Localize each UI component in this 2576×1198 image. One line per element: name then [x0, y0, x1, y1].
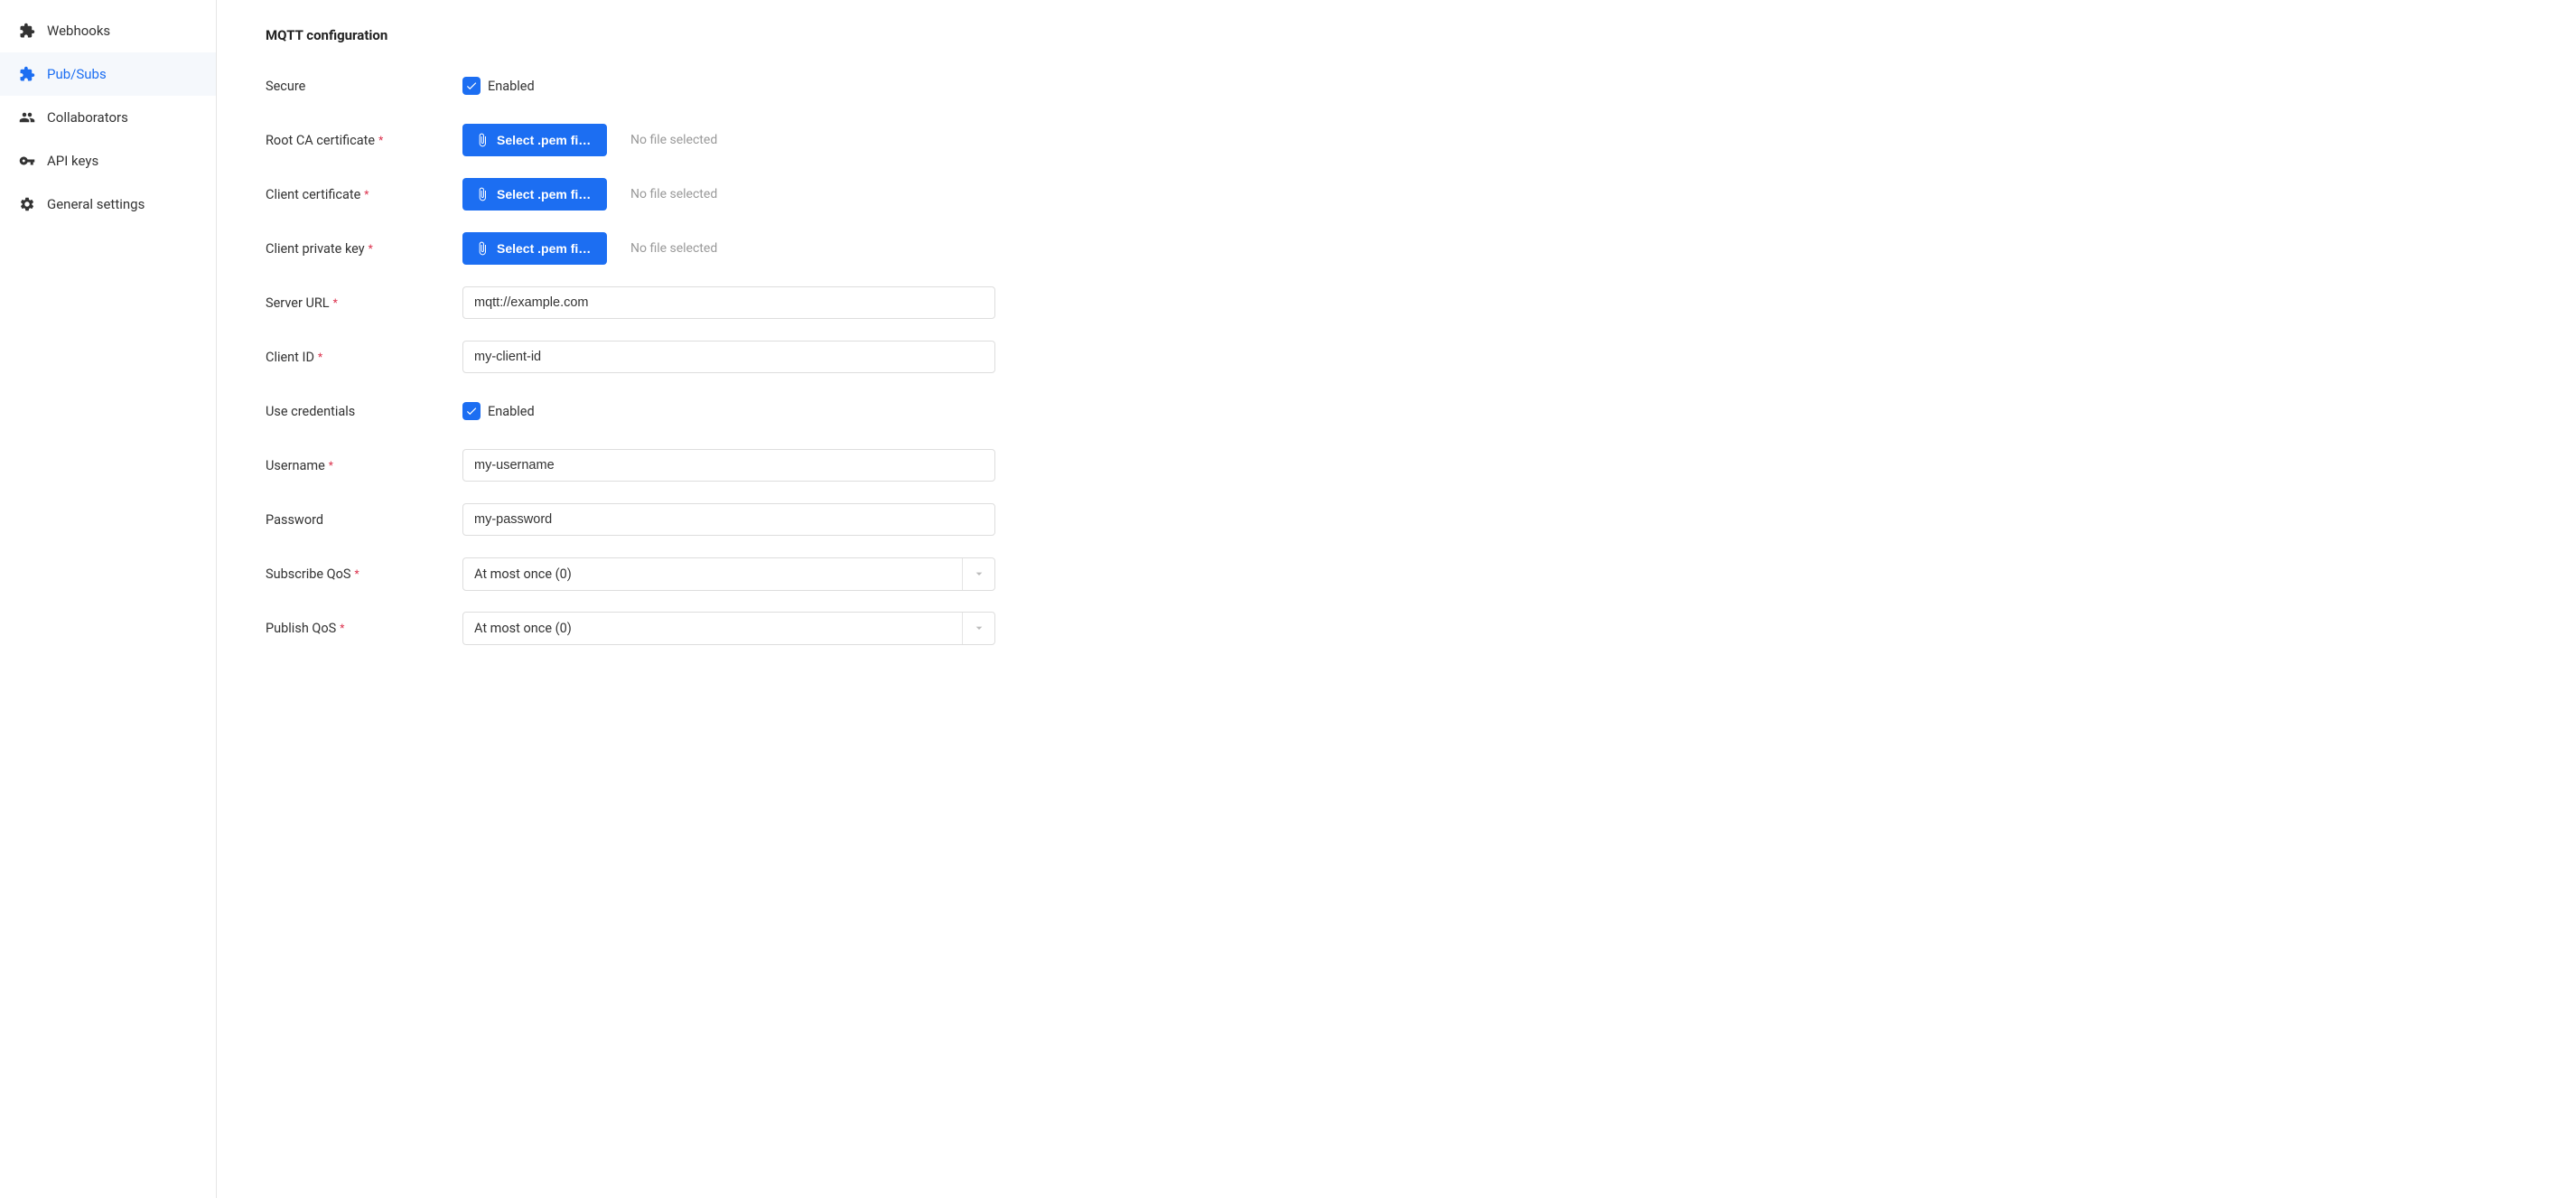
- publish-qos-value: At most once (0): [463, 613, 962, 644]
- sidebar-item-pubsubs[interactable]: Pub/Subs: [0, 52, 216, 96]
- client-key-status: No file selected: [630, 241, 717, 256]
- sidebar-item-api-keys[interactable]: API keys: [0, 139, 216, 183]
- sidebar-item-webhooks[interactable]: Webhooks: [0, 9, 216, 52]
- chevron-down-icon: [962, 558, 994, 590]
- secure-checkbox-wrap: Enabled: [462, 77, 535, 95]
- field-client-key: Client private key* Select .pem file… No…: [266, 231, 2527, 266]
- field-server-url: Server URL*: [266, 285, 2527, 320]
- secure-checkbox[interactable]: [462, 77, 481, 95]
- sidebar-item-label: Pub/Subs: [47, 66, 107, 82]
- chevron-down-icon: [962, 613, 994, 644]
- sidebar-item-general-settings[interactable]: General settings: [0, 183, 216, 226]
- sidebar-item-label: API keys: [47, 153, 98, 169]
- password-input[interactable]: [462, 503, 995, 536]
- people-icon: [18, 108, 36, 126]
- sidebar: Webhooks Pub/Subs Collaborators API keys…: [0, 0, 217, 1198]
- attachment-icon: [475, 241, 490, 256]
- publish-qos-select[interactable]: At most once (0): [462, 612, 995, 645]
- label-root-ca: Root CA certificate*: [266, 133, 462, 148]
- server-url-input[interactable]: [462, 286, 995, 319]
- subscribe-qos-value: At most once (0): [463, 558, 962, 590]
- client-cert-select-button[interactable]: Select .pem file…: [462, 178, 607, 211]
- username-input[interactable]: [462, 449, 995, 482]
- label-subscribe-qos: Subscribe QoS*: [266, 566, 462, 582]
- check-icon: [465, 80, 478, 92]
- label-username: Username*: [266, 458, 462, 473]
- main-content: MQTT configuration Secure Enabled Root C…: [217, 0, 2576, 1198]
- client-cert-status: No file selected: [630, 187, 717, 201]
- subscribe-qos-select[interactable]: At most once (0): [462, 557, 995, 591]
- section-title: MQTT configuration: [266, 27, 2527, 43]
- field-publish-qos: Publish QoS* At most once (0): [266, 611, 2527, 645]
- field-username: Username*: [266, 448, 2527, 482]
- sidebar-item-label: Webhooks: [47, 23, 110, 39]
- sidebar-item-label: General settings: [47, 196, 145, 212]
- use-credentials-checkbox[interactable]: [462, 402, 481, 420]
- gear-icon: [18, 195, 36, 213]
- label-client-cert: Client certificate*: [266, 187, 462, 202]
- field-use-credentials: Use credentials Enabled: [266, 394, 2527, 428]
- field-secure: Secure Enabled: [266, 69, 2527, 103]
- puzzle-icon: [18, 65, 36, 83]
- attachment-icon: [475, 133, 490, 147]
- client-key-select-button[interactable]: Select .pem file…: [462, 232, 607, 265]
- sidebar-item-collaborators[interactable]: Collaborators: [0, 96, 216, 139]
- label-publish-qos: Publish QoS*: [266, 621, 462, 636]
- use-credentials-checkbox-wrap: Enabled: [462, 402, 535, 420]
- attachment-icon: [475, 187, 490, 201]
- check-icon: [465, 405, 478, 417]
- field-password: Password: [266, 502, 2527, 537]
- label-client-id: Client ID*: [266, 350, 462, 365]
- label-secure: Secure: [266, 79, 462, 94]
- label-client-key: Client private key*: [266, 241, 462, 257]
- root-ca-status: No file selected: [630, 133, 717, 147]
- puzzle-icon: [18, 22, 36, 40]
- field-client-id: Client ID*: [266, 340, 2527, 374]
- use-credentials-enabled-label: Enabled: [488, 404, 535, 419]
- client-id-input[interactable]: [462, 341, 995, 373]
- secure-enabled-label: Enabled: [488, 79, 535, 94]
- root-ca-select-button[interactable]: Select .pem file…: [462, 124, 607, 156]
- field-client-cert: Client certificate* Select .pem file… No…: [266, 177, 2527, 211]
- label-password: Password: [266, 512, 462, 528]
- sidebar-item-label: Collaborators: [47, 109, 128, 126]
- key-icon: [18, 152, 36, 170]
- label-use-credentials: Use credentials: [266, 404, 462, 419]
- field-root-ca: Root CA certificate* Select .pem file… N…: [266, 123, 2527, 157]
- field-subscribe-qos: Subscribe QoS* At most once (0): [266, 557, 2527, 591]
- label-server-url: Server URL*: [266, 295, 462, 311]
